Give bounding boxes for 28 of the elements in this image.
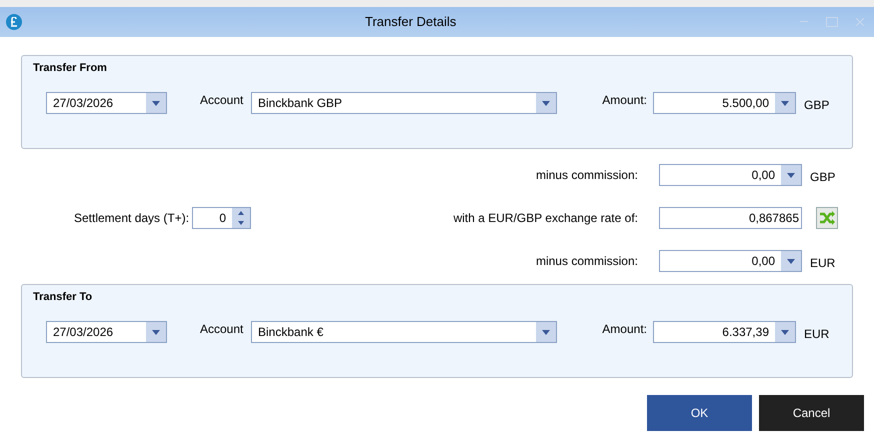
settlement-spinner[interactable]: 0 bbox=[192, 207, 252, 229]
settlement-label: Settlement days (T+): bbox=[74, 210, 190, 227]
window-title: Transfer Details bbox=[365, 13, 456, 32]
amount-label: Amount: bbox=[601, 321, 648, 338]
amount-field[interactable]: 6.337,39 bbox=[653, 321, 796, 343]
commission-field[interactable]: 0,00 bbox=[659, 164, 802, 186]
account-label: Account bbox=[200, 321, 244, 338]
ok-button[interactable]: OK bbox=[647, 395, 752, 431]
account-dropdown[interactable]: Binckbank € bbox=[251, 321, 557, 343]
cancel-button[interactable]: Cancel bbox=[759, 395, 864, 431]
pound-icon bbox=[6, 14, 22, 30]
panel-title: Transfer From bbox=[32, 61, 107, 75]
date-picker[interactable]: 27/03/2026 bbox=[46, 321, 167, 343]
field-label: with a EUR/GBP exchange rate of: bbox=[453, 210, 638, 227]
commission-field[interactable]: 0,00 bbox=[659, 250, 802, 272]
amount-label: Amount: bbox=[601, 92, 648, 109]
currency-label: EUR bbox=[804, 326, 830, 343]
exchange-rate-field[interactable]: 0,867865 bbox=[659, 207, 802, 229]
field-label: minus commission: bbox=[536, 253, 638, 270]
account-dropdown[interactable]: Binckbank GBP bbox=[251, 92, 557, 114]
amount-field[interactable]: 5.500,00 bbox=[653, 92, 796, 114]
currency-label: GBP bbox=[810, 169, 836, 186]
account-label: Account bbox=[200, 92, 244, 109]
currency-label: EUR bbox=[810, 255, 836, 272]
currency-label: GBP bbox=[804, 97, 830, 114]
date-picker[interactable]: 27/03/2026 bbox=[46, 92, 167, 114]
field-label: minus commission: bbox=[536, 167, 638, 184]
panel-title: Transfer To bbox=[32, 290, 92, 304]
